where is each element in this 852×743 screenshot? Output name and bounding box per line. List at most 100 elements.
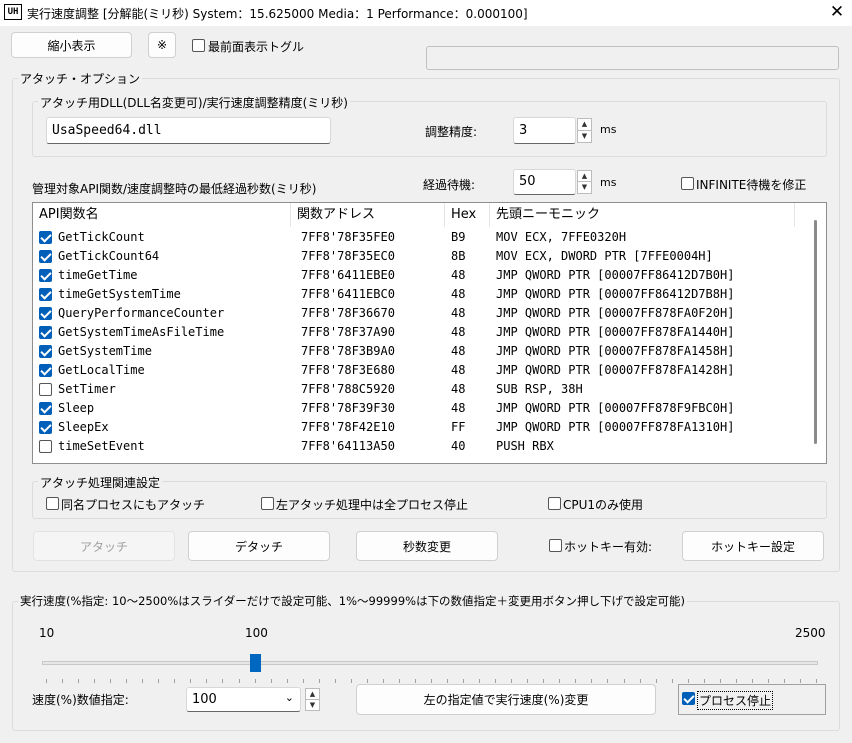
cell-hex: 40 [451, 439, 466, 453]
slider-tick [367, 679, 368, 683]
speed-slider-track[interactable] [42, 661, 818, 665]
attach-settings-legend: アタッチ処理関連設定 [38, 474, 163, 491]
speed-value-combo[interactable]: 100 ⌄ [186, 687, 301, 712]
table-row[interactable]: timeGetSystemTime 7FF8'6411EBC0 48 JMP QWOR… [33, 285, 811, 304]
cell-addr: 7FF8'788C5920 [301, 382, 395, 396]
row-checkbox[interactable] [39, 402, 52, 415]
process-stop-checkbox[interactable] [682, 692, 695, 705]
api-function-list[interactable]: API関数名 関数アドレス Hex 先頭ニーモニック GetTickCount 7… [32, 202, 827, 464]
slider-tick [447, 679, 448, 683]
speed-value-stepper[interactable]: ▲ ▼ [305, 688, 320, 711]
slider-tick [174, 679, 175, 683]
close-icon[interactable]: ✕ [826, 2, 848, 22]
wait-stepper[interactable]: ▲ ▼ [577, 170, 592, 194]
precision-stepper[interactable]: ▲ ▼ [577, 118, 592, 143]
column-header-hex[interactable]: Hex [445, 203, 490, 227]
same-name-checkbox[interactable] [46, 497, 59, 510]
slider-tick [720, 679, 721, 683]
row-checkbox[interactable] [39, 307, 52, 320]
speed-slider-thumb[interactable] [250, 654, 261, 672]
dll-name-input[interactable]: UsaSpeed64.dll [46, 117, 331, 144]
table-row[interactable]: GetLocalTime 7FF8'78F3E680 48 JMP QWORD PTR… [33, 361, 811, 380]
slider-tick [351, 679, 352, 683]
speed-value-label: 速度(%)数値指定: [32, 693, 129, 707]
up-arrow-icon[interactable]: ▲ [578, 119, 591, 131]
cell-hex: 48 [451, 344, 466, 358]
row-checkbox[interactable] [39, 288, 52, 301]
slider-tick [575, 679, 576, 683]
column-header-mnemonic[interactable]: 先頭ニーモニック [490, 203, 795, 227]
cell-name: GetSystemTimeAsFileTime [58, 325, 225, 339]
column-header-name[interactable]: API関数名 [33, 203, 291, 227]
down-arrow-icon[interactable]: ▼ [306, 700, 319, 711]
precision-input[interactable]: 3 [513, 117, 576, 144]
note-button[interactable]: ※ [148, 32, 176, 58]
table-row[interactable]: timeGetTime 7FF8'6411EBE0 48 JMP QWORD PTR … [33, 266, 811, 285]
slider-tick [559, 679, 560, 683]
shrink-button[interactable]: 縮小表示 [11, 32, 132, 58]
cell-mnemonic: PUSH RBX [496, 439, 554, 453]
slider-tick [222, 679, 223, 683]
down-arrow-icon[interactable]: ▼ [578, 182, 591, 193]
cell-name: timeSetEvent [58, 439, 145, 453]
precision-label: 調整精度: [425, 125, 478, 139]
chevron-down-icon[interactable]: ⌄ [285, 691, 294, 704]
cell-mnemonic: JMP QWORD PTR [00007FF878FA1458H] [496, 344, 735, 358]
table-row[interactable]: GetSystemTime 7FF8'78F3B9A0 48 JMP QWORD PT… [33, 342, 811, 361]
apply-speed-button[interactable]: 左の指定値で実行速度(%)変更 [356, 684, 656, 715]
table-row[interactable]: GetTickCount 7FF8'78F35FE0 B9 MOV ECX, 7FFE… [33, 228, 811, 247]
table-row-partial[interactable] [33, 456, 811, 462]
row-checkbox[interactable] [39, 269, 52, 282]
cell-name: SleepEx [58, 420, 109, 434]
cell-name: timeGetTime [58, 268, 138, 282]
table-row[interactable]: timeSetEvent 7FF8'64113A50 40 PUSH RBX [33, 437, 811, 456]
table-row[interactable]: GetTickCount64 7FF8'78F35EC0 8B MOV ECX, DW… [33, 247, 811, 266]
precision-unit: ms [600, 123, 617, 136]
table-row[interactable]: QueryPerformanceCounter 7FF8'78F36670 48 JM… [33, 304, 811, 323]
slider-tick [206, 679, 207, 683]
column-header-address[interactable]: 関数アドレス [291, 203, 445, 227]
wait-input[interactable]: 50 [513, 169, 576, 195]
slider-tick [543, 679, 544, 683]
slider-tick [415, 679, 416, 683]
table-row[interactable]: SleepEx 7FF8'78F42E10 FF JMP QWORD PTR [000… [33, 418, 811, 437]
table-row[interactable]: Sleep 7FF8'78F39F30 48 JMP QWORD PTR [00007… [33, 399, 811, 418]
row-checkbox[interactable] [39, 231, 52, 244]
hotkey-settings-button[interactable]: ホットキー設定 [682, 531, 824, 561]
cell-addr: 7FF8'64113A50 [301, 439, 395, 453]
cell-addr: 7FF8'6411EBC0 [301, 287, 395, 301]
hotkey-enable-label: ホットキー有効: [564, 540, 653, 554]
slider-tick [62, 679, 63, 683]
cpu1-checkbox[interactable] [548, 497, 561, 510]
slider-tick [383, 679, 384, 683]
infinite-checkbox[interactable] [681, 177, 694, 190]
list-scrollbar[interactable] [814, 220, 817, 444]
slider-tick [190, 679, 191, 683]
cell-name: GetTickCount [58, 230, 145, 244]
row-checkbox[interactable] [39, 250, 52, 263]
table-row[interactable]: SetTimer 7FF8'788C5920 48 SUB RSP, 38H [33, 380, 811, 399]
row-checkbox[interactable] [39, 440, 52, 453]
slider-tick [816, 679, 817, 683]
slider-tick [591, 679, 592, 683]
cell-mnemonic: JMP QWORD PTR [00007FF86412D7B8H] [496, 287, 735, 301]
cell-name: GetSystemTime [58, 344, 152, 358]
change-seconds-button[interactable]: 秒数変更 [356, 531, 498, 561]
up-arrow-icon[interactable]: ▲ [578, 171, 591, 182]
table-row[interactable]: GetSystemTimeAsFileTime 7FF8'78F37A90 48 JM… [33, 323, 811, 342]
up-arrow-icon[interactable]: ▲ [306, 689, 319, 700]
detach-button[interactable]: デタッチ [188, 531, 330, 561]
window-title: 実行速度調整 [分解能(ミリ秒) System：15.625000 Media：… [27, 7, 528, 21]
hotkey-enable-checkbox[interactable] [549, 539, 562, 552]
stop-all-checkbox[interactable] [261, 497, 274, 510]
row-checkbox[interactable] [39, 345, 52, 358]
attach-button[interactable]: アタッチ [33, 531, 175, 561]
cell-addr: 7FF8'78F37A90 [301, 325, 395, 339]
topmost-checkbox[interactable] [192, 39, 205, 52]
row-checkbox[interactable] [39, 421, 52, 434]
row-checkbox[interactable] [39, 326, 52, 339]
row-checkbox[interactable] [39, 383, 52, 396]
row-checkbox[interactable] [39, 364, 52, 377]
cell-hex: 48 [451, 382, 466, 396]
down-arrow-icon[interactable]: ▼ [578, 131, 591, 143]
